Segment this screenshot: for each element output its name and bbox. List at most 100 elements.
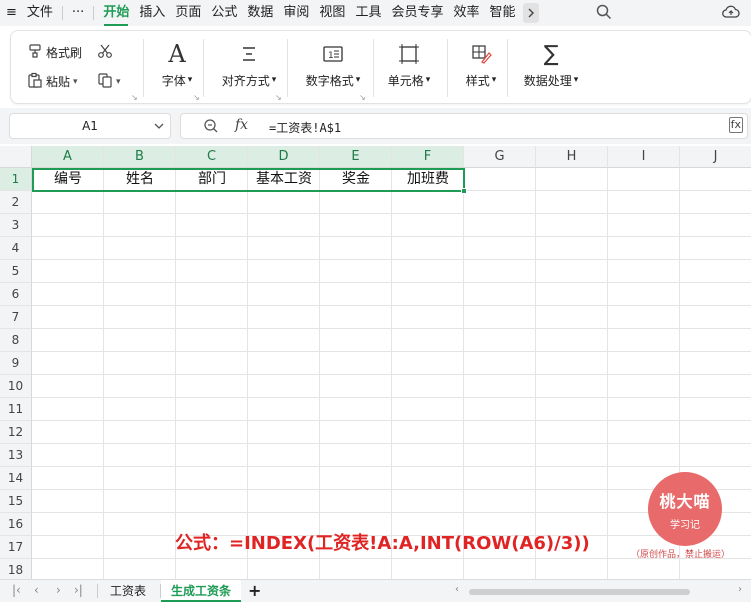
- name-box[interactable]: A1: [9, 113, 171, 139]
- tab-member[interactable]: 会员专享: [386, 0, 448, 26]
- row-header-17[interactable]: 17: [0, 536, 32, 559]
- row-header-16[interactable]: 16: [0, 513, 32, 536]
- row-header-10[interactable]: 10: [0, 375, 32, 398]
- fill-handle[interactable]: [461, 188, 467, 194]
- menu-separator: [93, 6, 95, 20]
- number-format-button[interactable]: 1 数字格式 ▾: [293, 39, 373, 99]
- cloud-icon[interactable]: [722, 4, 740, 24]
- tab-data[interactable]: 数据: [242, 0, 278, 26]
- ribbon-separator: [447, 39, 448, 97]
- row-header-13[interactable]: 13: [0, 444, 32, 467]
- expand-icon[interactable]: fx: [728, 117, 743, 133]
- prev-sheet-icon[interactable]: ‹: [34, 583, 39, 597]
- grid-hline: [32, 328, 751, 329]
- tab-insert[interactable]: 插入: [134, 0, 170, 26]
- fx-icon[interactable]: fx: [235, 117, 248, 133]
- format-painter-button[interactable]: 格式刷: [27, 43, 82, 62]
- svg-text:1: 1: [328, 51, 334, 61]
- row-header-1[interactable]: 1: [0, 168, 32, 191]
- tab-efficiency[interactable]: 效率: [448, 0, 484, 26]
- zoom-icon[interactable]: [203, 118, 219, 138]
- formula-input[interactable]: fx =工资表!A$1 fx: [180, 113, 748, 139]
- chevron-down-icon: ▾: [116, 76, 121, 87]
- style-label: 样式: [465, 73, 490, 88]
- column-header-a[interactable]: A: [32, 146, 104, 168]
- logo-note: （原创作品，禁止搬运）: [631, 550, 731, 560]
- row-header-12[interactable]: 12: [0, 421, 32, 444]
- column-header-d[interactable]: D: [248, 146, 320, 168]
- grid-hline: [32, 305, 751, 306]
- chevron-right-icon[interactable]: [522, 3, 539, 23]
- last-sheet-icon[interactable]: ›|: [74, 583, 83, 597]
- row-header-15[interactable]: 15: [0, 490, 32, 513]
- hamburger-icon[interactable]: ≡: [0, 0, 22, 26]
- paste-button[interactable]: 粘贴 ▾: [27, 72, 78, 91]
- dialog-launcher-icon[interactable]: ↘: [193, 93, 200, 102]
- horizontal-scrollbar[interactable]: [469, 589, 690, 595]
- dialog-launcher-icon[interactable]: ↘: [275, 93, 282, 102]
- select-all-button[interactable]: [0, 146, 32, 168]
- column-header-h[interactable]: H: [536, 146, 608, 168]
- tab-review[interactable]: 审阅: [278, 0, 314, 26]
- scroll-right-icon[interactable]: ›: [738, 584, 742, 595]
- next-sheet-icon[interactable]: ›: [56, 583, 61, 597]
- row-header-8[interactable]: 8: [0, 329, 32, 352]
- row-header-7[interactable]: 7: [0, 306, 32, 329]
- tab-ai[interactable]: 智能: [484, 0, 520, 26]
- tab-page[interactable]: 页面: [170, 0, 206, 26]
- column-header-g[interactable]: G: [464, 146, 536, 168]
- data-process-button[interactable]: ∑ 数据处理 ▾: [513, 39, 589, 99]
- row-header-14[interactable]: 14: [0, 467, 32, 490]
- tab-tools[interactable]: 工具: [350, 0, 386, 26]
- cell-button[interactable]: 单元格 ▾: [377, 39, 441, 99]
- dialog-launcher-icon[interactable]: ↘: [131, 93, 138, 102]
- style-button[interactable]: 样式 ▾: [453, 39, 509, 99]
- row-header-18[interactable]: 18: [0, 559, 32, 579]
- sheet-tab-salary[interactable]: 工资表: [100, 580, 156, 602]
- menu-file[interactable]: 文件: [22, 0, 58, 26]
- menu-separator: [61, 6, 63, 20]
- align-label: 对齐方式: [221, 73, 270, 88]
- sheet-tab-payslip[interactable]: 生成工资条: [161, 580, 242, 602]
- column-header-c[interactable]: C: [176, 146, 248, 168]
- style-icon: [470, 39, 492, 69]
- font-icon: A: [168, 40, 186, 68]
- add-sheet-icon[interactable]: +: [248, 581, 261, 600]
- chevron-down-icon: ▾: [187, 75, 193, 85]
- paste-label: 粘贴: [46, 75, 71, 89]
- column-header-j[interactable]: J: [680, 146, 751, 168]
- column-header-e[interactable]: E: [320, 146, 392, 168]
- chevron-down-icon[interactable]: [154, 117, 164, 138]
- column-header-b[interactable]: B: [104, 146, 176, 168]
- row-header-6[interactable]: 6: [0, 283, 32, 306]
- dialog-launcher-icon[interactable]: ↘: [359, 93, 366, 102]
- row-header-11[interactable]: 11: [0, 398, 32, 421]
- grid-hline: [32, 374, 751, 375]
- ribbon-separator: [287, 39, 288, 97]
- first-sheet-icon[interactable]: |‹: [12, 583, 21, 597]
- row-header-9[interactable]: 9: [0, 352, 32, 375]
- menu-more[interactable]: ···: [67, 0, 89, 26]
- scroll-left-icon[interactable]: ‹: [455, 584, 459, 595]
- spreadsheet-grid[interactable]: ABCDEFGHIJ 1 2 3 4 5 6 7 8 9 10 11 12 13 14 15 16 17 18 编…: [0, 146, 751, 579]
- sum-icon: ∑: [543, 41, 559, 67]
- format-painter-icon: [27, 43, 43, 62]
- search-icon[interactable]: [596, 4, 612, 24]
- column-header-i[interactable]: I: [608, 146, 680, 168]
- row-header-5[interactable]: 5: [0, 260, 32, 283]
- grid-hline: [32, 236, 751, 237]
- cut-button[interactable]: [97, 43, 113, 62]
- tab-formula[interactable]: 公式: [206, 0, 242, 26]
- row-header-3[interactable]: 3: [0, 214, 32, 237]
- row-header-2[interactable]: 2: [0, 191, 32, 214]
- ribbon-separator: [507, 39, 508, 97]
- align-button[interactable]: 对齐方式 ▾: [209, 39, 289, 99]
- ribbon-toolbar: 格式刷 粘贴 ▾ ▾ ↘ A 字体 ▾ ↘ 对齐方式 ▾ ↘ 1 数字格式 ▾ ↘ 单…: [10, 30, 751, 104]
- row-header-4[interactable]: 4: [0, 237, 32, 260]
- tab-home[interactable]: 开始: [98, 0, 134, 26]
- font-button[interactable]: A 字体 ▾: [147, 39, 207, 99]
- copy-button[interactable]: ▾: [97, 72, 121, 91]
- column-header-f[interactable]: F: [392, 146, 464, 168]
- paste-icon: [27, 72, 43, 91]
- tab-view[interactable]: 视图: [314, 0, 350, 26]
